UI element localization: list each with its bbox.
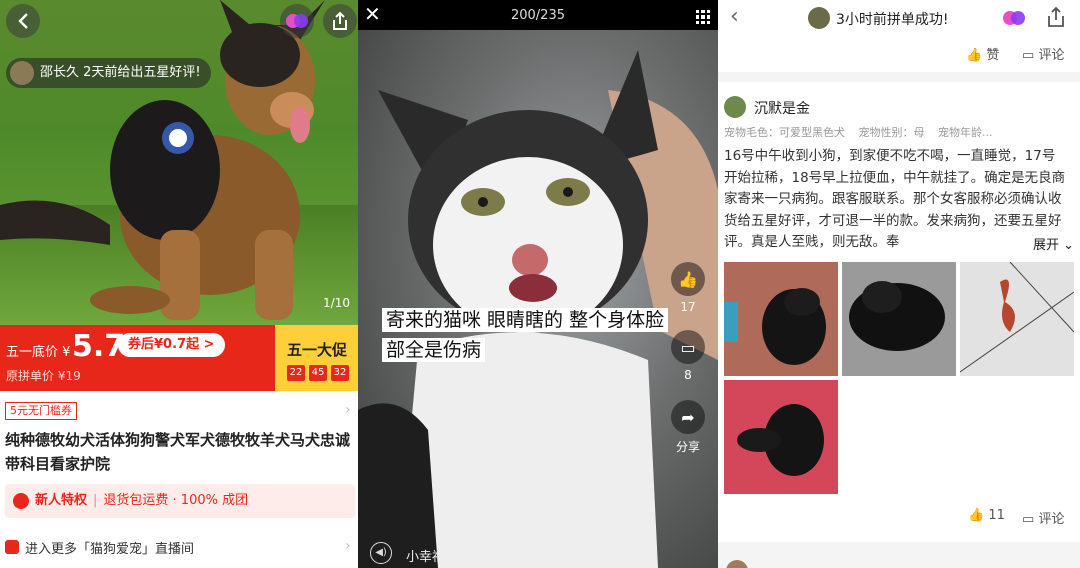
grid-icon[interactable]	[696, 10, 710, 24]
comment-button[interactable]: ▭ 评论	[1022, 508, 1064, 527]
recent-review-banner: 邵长久 2天前给出五星好评!	[6, 58, 211, 88]
price-label: 五一底价 ¥	[6, 345, 71, 360]
cat-video-frame[interactable]	[358, 30, 718, 568]
screenshot-collage: 邵长久 2天前给出五星好评! 1/10 五一底价 ¥ 5.7 券后¥0.7起 >…	[0, 0, 1080, 568]
spec-color: 宠物毛色：可爱型黑色犬	[724, 126, 845, 139]
shepherd-dog-image	[0, 0, 325, 320]
like-button[interactable]: 👍 赞	[966, 44, 999, 63]
review-header: ‹ 3小时前拼单成功!	[718, 0, 1080, 36]
coupon-tag[interactable]: 5元无门槛券	[5, 402, 77, 420]
share-button[interactable]	[323, 4, 357, 38]
image-counter: 1/10	[323, 296, 350, 310]
comment-label: 评论	[1038, 48, 1065, 63]
review-photo[interactable]	[724, 262, 838, 376]
floor-photo	[960, 262, 1074, 373]
badge-icon	[13, 493, 29, 509]
pet-specs: 宠物毛色：可爱型黑色犬 宠物性别：母 宠物年龄...	[724, 124, 1074, 140]
live-text: 进入更多「猫狗爱宠」直播间	[25, 542, 195, 557]
sound-icon[interactable]: ◀)	[370, 542, 392, 564]
review-text: 邵长久 2天前给出五星好评!	[40, 65, 201, 80]
promo-title: 五一大促	[287, 341, 348, 359]
chevron-right-icon: ›	[345, 402, 351, 418]
live-room-link[interactable]: 进入更多「猫狗爱宠」直播间	[5, 538, 194, 557]
countdown-seconds: 32	[331, 365, 349, 381]
next-reviewer-avatar	[726, 560, 748, 568]
like-button[interactable]: 👍 11	[968, 508, 1005, 523]
review-panel: ‹ 3小时前拼单成功! 👍 赞 ▭ 评论 沉默是金 宠物毛色：可爱型黑色犬 宠物…	[718, 0, 1080, 568]
product-title: 纯种德牧幼犬活体狗狗警犬军犬德牧牧羊犬马犬忠诚带科目看家护院	[5, 431, 351, 473]
coupon-button[interactable]: 券后¥0.7起 >	[118, 333, 225, 357]
chevron-left-icon	[18, 13, 28, 29]
review-body: 16号中午收到小狗，到家便不吃不喝，一直睡觉，17号开始拉稀，18号早上拉便血，…	[724, 148, 1066, 250]
comment-label: 评论	[1038, 512, 1065, 527]
puppy-photo	[849, 281, 945, 351]
spec-age: 宠物年龄...	[938, 126, 993, 139]
video-panel: ✕ 200/235 寄来的猫咪 眼睛瞎的 整个身体脸部全是伤病 👍 17 ▭ 8…	[358, 0, 718, 568]
comment-icon: ▭	[671, 330, 705, 364]
video-top-bar: ✕ 200/235	[358, 0, 718, 30]
reviewer-name: 沉默是金	[754, 101, 810, 117]
app-logo-button[interactable]	[280, 4, 314, 38]
reviewer-avatar	[724, 96, 746, 118]
countdown-minutes: 45	[309, 365, 327, 381]
comment-icon: ▭	[1022, 512, 1035, 527]
promo-badge: 五一大促 22 45 32	[275, 325, 358, 391]
caption-text: 寄来的猫咪 眼睛瞎的 整个身体脸部全是伤病	[382, 308, 669, 362]
comment-button[interactable]: ▭ 评论	[1022, 44, 1064, 63]
prev-review-actions: 👍 赞 ▭ 评论	[718, 36, 1080, 72]
product-panel: 邵长久 2天前给出五星好评! 1/10 五一底价 ¥ 5.7 券后¥0.7起 >…	[0, 0, 358, 568]
countdown-timer: 22 45 32	[287, 365, 349, 381]
app-logo-icon	[286, 14, 308, 28]
like-count: 17	[680, 300, 696, 314]
review-photo[interactable]	[842, 262, 956, 376]
like-action[interactable]: 👍 17	[670, 262, 706, 314]
share-icon	[333, 11, 347, 30]
share-action[interactable]: ➦ 分享	[670, 400, 706, 455]
video-caption: 寄来的猫咪 眼睛瞎的 整个身体脸部全是伤病	[382, 305, 682, 365]
like-count: 11	[988, 508, 1005, 523]
countdown-hours: 22	[287, 365, 305, 381]
chevron-down-icon: ⌄	[1063, 238, 1074, 253]
spec-gender: 宠物性别：母	[858, 126, 925, 139]
share-icon[interactable]	[1046, 6, 1066, 28]
expand-label: 展开	[1032, 238, 1059, 253]
newcomer-benefit-bar[interactable]: 新人特权 | 退货包运费 · 100% 成团	[5, 484, 355, 518]
comment-action[interactable]: ▭ 8	[670, 330, 706, 382]
expand-button[interactable]: 展开 ⌄	[1026, 234, 1074, 253]
chevron-left-icon[interactable]: ‹	[730, 4, 739, 29]
video-author: 小幸福	[406, 550, 446, 565]
puppy-photo	[724, 288, 826, 365]
thumb-up-icon: 👍	[968, 508, 985, 523]
original-price: 原拼单价 ¥19	[6, 369, 81, 383]
reviewer-avatar	[10, 61, 34, 85]
review-photo[interactable]	[960, 262, 1074, 376]
like-icon: 👍	[671, 262, 705, 296]
chevron-right-icon: ›	[345, 538, 351, 554]
thumb-up-icon: 👍	[966, 48, 983, 63]
comment-icon: ▭	[1022, 48, 1035, 63]
buyer-avatar	[808, 7, 830, 29]
review-photo[interactable]	[724, 380, 838, 494]
product-photo[interactable]: 邵长久 2天前给出五星好评! 1/10	[0, 0, 358, 325]
share-label: 分享	[675, 440, 700, 454]
puppy-photo	[737, 404, 824, 476]
benefit-separator: |	[93, 493, 98, 508]
cat-image	[358, 50, 718, 568]
review-card: 沉默是金 宠物毛色：可爱型黑色犬 宠物性别：母 宠物年龄... 16号中午收到小…	[718, 82, 1080, 542]
app-logo-icon[interactable]	[1002, 10, 1026, 26]
review-actions: 👍 11 ▭ 评论	[718, 500, 1080, 536]
like-label: 赞	[986, 48, 1000, 63]
benefit-main: 新人特权	[35, 493, 88, 508]
video-counter: 200/235	[510, 8, 565, 23]
back-button[interactable]	[6, 4, 40, 38]
comment-count: 8	[684, 368, 692, 382]
live-icon	[5, 540, 19, 554]
share-arrow-icon: ➦	[671, 400, 705, 434]
group-buy-status: 3小时前拼单成功!	[836, 12, 949, 28]
benefit-detail: 退货包运费 · 100% 成团	[103, 493, 249, 508]
